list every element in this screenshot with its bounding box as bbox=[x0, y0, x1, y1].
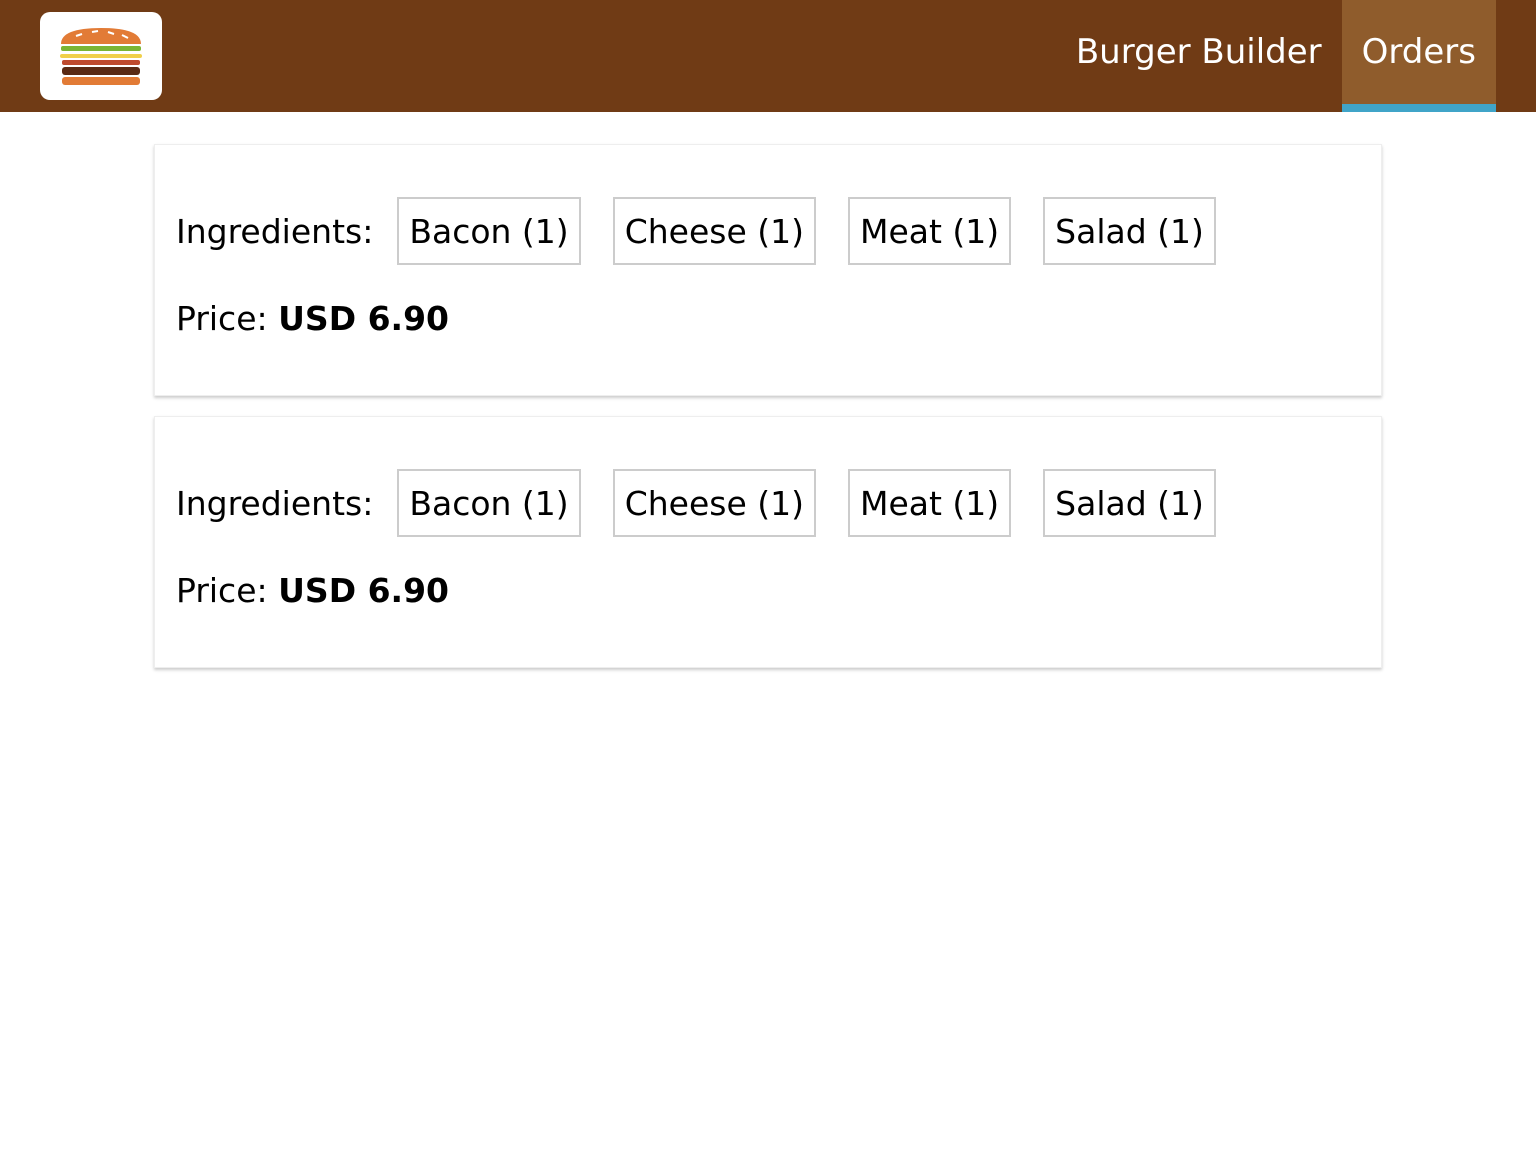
ingredient-chip-meat: Meat (1) bbox=[847, 197, 1012, 265]
ingredient-chip-cheese: Cheese (1) bbox=[612, 197, 816, 265]
ingredient-chip-meat: Meat (1) bbox=[847, 469, 1012, 537]
orders-list: Ingredients: Bacon (1) Cheese (1) Meat (… bbox=[154, 144, 1382, 688]
ingredients-row: Ingredients: Bacon (1) Cheese (1) Meat (… bbox=[176, 197, 1360, 265]
main-nav: Burger Builder Orders bbox=[1056, 0, 1496, 112]
ingredient-chip-bacon: Bacon (1) bbox=[397, 469, 581, 537]
ingredient-chip-bacon: Bacon (1) bbox=[397, 197, 581, 265]
order-card: Ingredients: Bacon (1) Cheese (1) Meat (… bbox=[154, 416, 1382, 668]
ingredients-row: Ingredients: Bacon (1) Cheese (1) Meat (… bbox=[176, 469, 1360, 537]
price-label: Price: bbox=[176, 299, 268, 338]
nav-orders[interactable]: Orders bbox=[1341, 0, 1496, 112]
price-line: Price: USD 6.90 bbox=[176, 299, 1360, 338]
burger-logo-icon[interactable] bbox=[40, 12, 162, 100]
nav-burger-builder[interactable]: Burger Builder bbox=[1056, 0, 1342, 112]
toolbar: Burger Builder Orders bbox=[0, 0, 1536, 112]
ingredient-chip-salad: Salad (1) bbox=[1043, 197, 1216, 265]
order-card: Ingredients: Bacon (1) Cheese (1) Meat (… bbox=[154, 144, 1382, 396]
ingredients-label: Ingredients: bbox=[176, 211, 374, 251]
price-value: USD 6.90 bbox=[278, 571, 449, 610]
price-line: Price: USD 6.90 bbox=[176, 571, 1360, 610]
ingredient-chip-salad: Salad (1) bbox=[1043, 469, 1216, 537]
price-label: Price: bbox=[176, 571, 268, 610]
ingredient-chip-cheese: Cheese (1) bbox=[612, 469, 816, 537]
price-value: USD 6.90 bbox=[278, 299, 449, 338]
ingredients-label: Ingredients: bbox=[176, 483, 374, 523]
